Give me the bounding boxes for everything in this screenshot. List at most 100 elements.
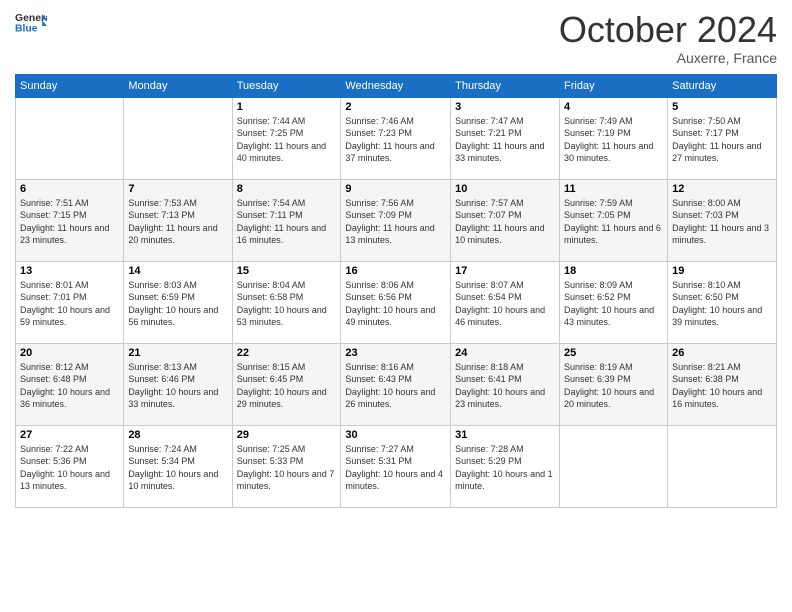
calendar-cell: 6 Sunrise: 7:51 AMSunset: 7:15 PMDaylight…: [16, 179, 124, 261]
calendar-cell: 27Sunrise: 7:22 AMSunset: 5:36 PMDayligh…: [16, 425, 124, 507]
calendar-cell: 8 Sunrise: 7:54 AMSunset: 7:11 PMDaylight…: [232, 179, 341, 261]
day-number: 24: [455, 347, 555, 359]
day-info: Sunrise: 7:51 AMSunset: 7:15 PMDaylight:…: [20, 197, 119, 247]
calendar-cell: 1 Sunrise: 7:44 AMSunset: 7:25 PMDaylight…: [232, 97, 341, 179]
day-header-wednesday: Wednesday: [341, 74, 451, 97]
day-info: Sunrise: 8:01 AMSunset: 7:01 PMDaylight:…: [20, 279, 119, 329]
calendar-cell: [16, 97, 124, 179]
day-number: 29: [237, 429, 337, 441]
day-info: Sunrise: 7:49 AMSunset: 7:19 PMDaylight:…: [564, 115, 663, 165]
day-number: 22: [237, 347, 337, 359]
calendar-cell: 16 Sunrise: 8:06 AMSunset: 6:56 PMDayligh…: [341, 261, 451, 343]
page-header: General Blue October 2024 Auxerre, Franc…: [15, 10, 777, 66]
svg-text:Blue: Blue: [15, 24, 38, 35]
calendar-cell: 20Sunrise: 8:12 AMSunset: 6:48 PMDayligh…: [16, 343, 124, 425]
logo-icon: General Blue: [15, 10, 47, 38]
day-header-friday: Friday: [560, 74, 668, 97]
calendar-page: General Blue October 2024 Auxerre, Franc…: [0, 0, 792, 612]
calendar-cell: [560, 425, 668, 507]
day-info: Sunrise: 8:03 AMSunset: 6:59 PMDaylight:…: [128, 279, 227, 329]
calendar-cell: 11 Sunrise: 7:59 AMSunset: 7:05 PMDayligh…: [560, 179, 668, 261]
calendar-cell: 28 Sunrise: 7:24 AMSunset: 5:34 PMDayligh…: [124, 425, 232, 507]
day-info: Sunrise: 7:27 AMSunset: 5:31 PMDaylight:…: [345, 443, 446, 493]
day-info: Sunrise: 8:15 AMSunset: 6:45 PMDaylight:…: [237, 361, 337, 411]
calendar-cell: 3 Sunrise: 7:47 AMSunset: 7:21 PMDaylight…: [451, 97, 560, 179]
day-number: 14: [128, 265, 227, 277]
calendar-cell: 26Sunrise: 8:21 AMSunset: 6:38 PMDayligh…: [668, 343, 777, 425]
day-number: 8: [237, 183, 337, 195]
day-number: 6: [20, 183, 119, 195]
day-number: 19: [672, 265, 772, 277]
calendar-cell: 25Sunrise: 8:19 AMSunset: 6:39 PMDayligh…: [560, 343, 668, 425]
day-info: Sunrise: 8:18 AMSunset: 6:41 PMDaylight:…: [455, 361, 555, 411]
day-header-monday: Monday: [124, 74, 232, 97]
calendar-cell: [124, 97, 232, 179]
day-info: Sunrise: 8:06 AMSunset: 6:56 PMDaylight:…: [345, 279, 446, 329]
day-info: Sunrise: 7:24 AMSunset: 5:34 PMDaylight:…: [128, 443, 227, 493]
calendar-cell: 21 Sunrise: 8:13 AMSunset: 6:46 PMDayligh…: [124, 343, 232, 425]
week-row-1: 1 Sunrise: 7:44 AMSunset: 7:25 PMDaylight…: [16, 97, 777, 179]
day-number: 18: [564, 265, 663, 277]
day-info: Sunrise: 8:09 AMSunset: 6:52 PMDaylight:…: [564, 279, 663, 329]
day-header-saturday: Saturday: [668, 74, 777, 97]
calendar-cell: 15 Sunrise: 8:04 AMSunset: 6:58 PMDayligh…: [232, 261, 341, 343]
day-header-tuesday: Tuesday: [232, 74, 341, 97]
calendar-cell: 24 Sunrise: 8:18 AMSunset: 6:41 PMDayligh…: [451, 343, 560, 425]
calendar-cell: 4Sunrise: 7:49 AMSunset: 7:19 PMDaylight…: [560, 97, 668, 179]
day-info: Sunrise: 8:13 AMSunset: 6:46 PMDaylight:…: [128, 361, 227, 411]
day-info: Sunrise: 7:25 AMSunset: 5:33 PMDaylight:…: [237, 443, 337, 493]
calendar-cell: 30 Sunrise: 7:27 AMSunset: 5:31 PMDayligh…: [341, 425, 451, 507]
day-info: Sunrise: 7:54 AMSunset: 7:11 PMDaylight:…: [237, 197, 337, 247]
day-info: Sunrise: 7:57 AMSunset: 7:07 PMDaylight:…: [455, 197, 555, 247]
day-info: Sunrise: 8:10 AMSunset: 6:50 PMDaylight:…: [672, 279, 772, 329]
day-info: Sunrise: 7:59 AMSunset: 7:05 PMDaylight:…: [564, 197, 663, 247]
day-number: 31: [455, 429, 555, 441]
calendar-cell: 9Sunrise: 7:56 AMSunset: 7:09 PMDaylight…: [341, 179, 451, 261]
day-info: Sunrise: 7:53 AMSunset: 7:13 PMDaylight:…: [128, 197, 227, 247]
day-number: 28: [128, 429, 227, 441]
day-info: Sunrise: 8:16 AMSunset: 6:43 PMDaylight:…: [345, 361, 446, 411]
week-row-3: 13 Sunrise: 8:01 AMSunset: 7:01 PMDayligh…: [16, 261, 777, 343]
day-info: Sunrise: 7:44 AMSunset: 7:25 PMDaylight:…: [237, 115, 337, 165]
calendar-cell: 7 Sunrise: 7:53 AMSunset: 7:13 PMDaylight…: [124, 179, 232, 261]
day-number: 3: [455, 101, 555, 113]
calendar-cell: 18 Sunrise: 8:09 AMSunset: 6:52 PMDayligh…: [560, 261, 668, 343]
day-number: 1: [237, 101, 337, 113]
title-block: October 2024 Auxerre, France: [559, 10, 777, 66]
day-number: 23: [345, 347, 446, 359]
day-number: 15: [237, 265, 337, 277]
day-info: Sunrise: 8:07 AMSunset: 6:54 PMDaylight:…: [455, 279, 555, 329]
day-number: 30: [345, 429, 446, 441]
week-row-4: 20Sunrise: 8:12 AMSunset: 6:48 PMDayligh…: [16, 343, 777, 425]
day-info: Sunrise: 8:12 AMSunset: 6:48 PMDaylight:…: [20, 361, 119, 411]
day-number: 13: [20, 265, 119, 277]
logo: General Blue: [15, 10, 47, 38]
day-number: 17: [455, 265, 555, 277]
calendar-cell: 29 Sunrise: 7:25 AMSunset: 5:33 PMDayligh…: [232, 425, 341, 507]
calendar-table: SundayMondayTuesdayWednesdayThursdayFrid…: [15, 74, 777, 508]
day-number: 7: [128, 183, 227, 195]
day-info: Sunrise: 7:22 AMSunset: 5:36 PMDaylight:…: [20, 443, 119, 493]
day-number: 5: [672, 101, 772, 113]
calendar-cell: 5Sunrise: 7:50 AMSunset: 7:17 PMDaylight…: [668, 97, 777, 179]
calendar-cell: 31Sunrise: 7:28 AMSunset: 5:29 PMDayligh…: [451, 425, 560, 507]
day-info: Sunrise: 8:04 AMSunset: 6:58 PMDaylight:…: [237, 279, 337, 329]
calendar-cell: 10 Sunrise: 7:57 AMSunset: 7:07 PMDayligh…: [451, 179, 560, 261]
day-number: 25: [564, 347, 663, 359]
day-number: 21: [128, 347, 227, 359]
day-number: 9: [345, 183, 446, 195]
calendar-cell: 2Sunrise: 7:46 AMSunset: 7:23 PMDaylight…: [341, 97, 451, 179]
calendar-cell: 22 Sunrise: 8:15 AMSunset: 6:45 PMDayligh…: [232, 343, 341, 425]
calendar-cell: [668, 425, 777, 507]
day-info: Sunrise: 7:46 AMSunset: 7:23 PMDaylight:…: [345, 115, 446, 165]
day-number: 11: [564, 183, 663, 195]
day-info: Sunrise: 7:47 AMSunset: 7:21 PMDaylight:…: [455, 115, 555, 165]
day-number: 12: [672, 183, 772, 195]
day-header-thursday: Thursday: [451, 74, 560, 97]
calendar-cell: 14 Sunrise: 8:03 AMSunset: 6:59 PMDayligh…: [124, 261, 232, 343]
week-row-2: 6 Sunrise: 7:51 AMSunset: 7:15 PMDaylight…: [16, 179, 777, 261]
day-number: 10: [455, 183, 555, 195]
calendar-cell: 12Sunrise: 8:00 AMSunset: 7:03 PMDayligh…: [668, 179, 777, 261]
day-number: 16: [345, 265, 446, 277]
calendar-cell: 17 Sunrise: 8:07 AMSunset: 6:54 PMDayligh…: [451, 261, 560, 343]
